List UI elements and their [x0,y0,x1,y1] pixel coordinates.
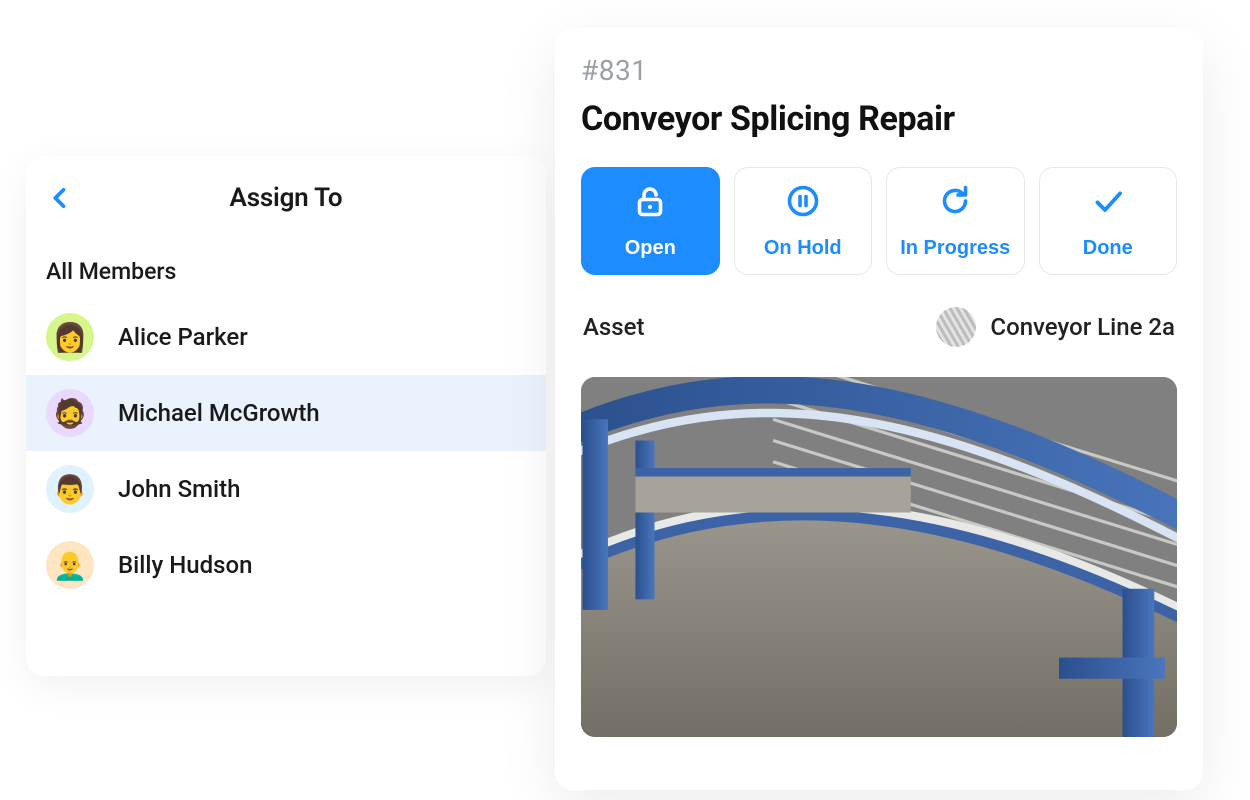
member-row[interactable]: 👨‍🦲 Billy Hudson [26,527,546,603]
assign-title: Assign To [230,183,343,213]
ticket-panel: #831 Conveyor Splicing Repair Open On Hol… [555,28,1203,790]
avatar: 🧔 [46,389,94,437]
status-label: Open [625,237,676,260]
status-row: Open On Hold In Progress Done [581,167,1177,275]
member-name: Billy Hudson [118,551,252,579]
ticket-id: #831 [581,54,1177,87]
back-button[interactable] [40,178,80,218]
cycle-icon [937,183,973,225]
status-label: In Progress [900,237,1010,260]
asset-thumb-icon [936,307,976,347]
member-row[interactable]: 🧔 Michael McGrowth [26,375,546,451]
member-row[interactable]: 👩 Alice Parker [26,299,546,375]
status-on-hold-button[interactable]: On Hold [734,167,873,275]
status-open-button[interactable]: Open [581,167,720,275]
chevron-left-icon [46,184,74,212]
asset-image [581,377,1177,737]
status-label: Done [1083,237,1133,260]
avatar: 👩 [46,313,94,361]
member-name: Alice Parker [118,323,248,351]
member-name: John Smith [118,475,241,503]
avatar: 👨 [46,465,94,513]
members-list: 👩 Alice Parker 🧔 Michael McGrowth 👨 John Smit… [26,299,546,603]
unlock-icon [632,183,668,225]
asset-label: Asset [583,313,644,341]
avatar: 👨‍🦲 [46,541,94,589]
check-icon [1090,183,1126,225]
ticket-title: Conveyor Splicing Repair [581,99,1177,139]
pause-icon [785,183,821,225]
status-label: On Hold [764,237,842,260]
members-section-label: All Members [26,240,546,299]
assign-header: Assign To [26,156,546,240]
asset-name: Conveyor Line 2a [990,313,1175,341]
asset-value: Conveyor Line 2a [936,307,1175,347]
assign-to-panel: Assign To All Members 👩 Alice Parker 🧔 Mich… [26,156,546,676]
member-name: Michael McGrowth [118,399,320,427]
status-in-progress-button[interactable]: In Progress [886,167,1025,275]
member-row[interactable]: 👨 John Smith [26,451,546,527]
asset-row[interactable]: Asset Conveyor Line 2a [581,303,1177,351]
status-done-button[interactable]: Done [1039,167,1178,275]
